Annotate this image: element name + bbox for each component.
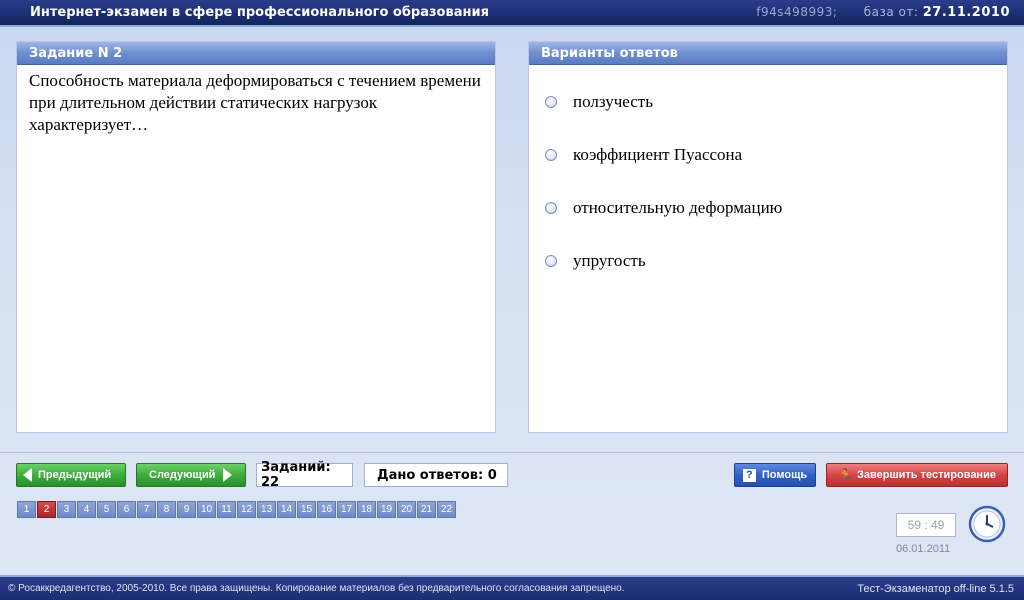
page-button-7[interactable]: 7 — [137, 501, 156, 518]
answer-label: коэффициент Пуассона — [573, 145, 743, 164]
task-heading: Задание N 2 — [17, 42, 495, 65]
answer-option-3[interactable]: относительную деформацию — [545, 198, 782, 218]
answer-option-1[interactable]: ползучесть — [545, 92, 653, 112]
timer-display: 59 : 49 — [896, 513, 956, 537]
db-label: база от: — [863, 5, 919, 19]
finish-label: Завершить тестирование — [857, 469, 996, 481]
next-button[interactable]: Следующий — [136, 463, 246, 487]
previous-button[interactable]: Предыдущий — [16, 463, 126, 487]
page-button-17[interactable]: 17 — [337, 501, 356, 518]
page-button-4[interactable]: 4 — [77, 501, 96, 518]
arrow-right-icon — [223, 468, 233, 482]
arrow-left-icon — [23, 468, 32, 482]
tasks-count: Заданий: 22 — [256, 460, 353, 490]
clock-icon — [968, 505, 1006, 543]
session-code: f94s498993; — [756, 5, 838, 19]
answer-label: упругость — [573, 251, 646, 270]
page-button-12[interactable]: 12 — [237, 501, 256, 518]
page-button-20[interactable]: 20 — [397, 501, 416, 518]
db-date: 27.11.2010 — [922, 5, 1010, 20]
page-button-8[interactable]: 8 — [157, 501, 176, 518]
answer-label: относительную деформацию — [573, 198, 783, 217]
help-button[interactable]: ? Помощь — [734, 463, 816, 487]
question-pager: 1 2 3 4 5 6 7 8 9 10 11 12 13 14 15 16 17 18 19 20 21 22 — [17, 501, 457, 518]
page-button-11[interactable]: 11 — [217, 501, 236, 518]
divider — [0, 452, 1024, 453]
answers-panel: Варианты ответов ползучесть коэффициент … — [528, 41, 1008, 433]
version-text: Тест-Экзаменатор off-line 5.1.5 — [857, 582, 1014, 595]
next-label: Следующий — [149, 469, 216, 481]
page-button-10[interactable]: 10 — [197, 501, 216, 518]
radio-button[interactable] — [545, 202, 557, 214]
answer-option-4[interactable]: упругость — [545, 251, 646, 271]
page-button-19[interactable]: 19 — [377, 501, 396, 518]
page-button-9[interactable]: 9 — [177, 501, 196, 518]
page-button-15[interactable]: 15 — [297, 501, 316, 518]
help-label: Помощь — [761, 469, 808, 481]
page-button-13[interactable]: 13 — [257, 501, 276, 518]
answer-option-2[interactable]: коэффициент Пуассона — [545, 145, 742, 165]
answer-label: ползучесть — [573, 92, 653, 111]
page-button-22[interactable]: 22 — [437, 501, 456, 518]
task-text: Способность материала деформироваться с … — [29, 71, 481, 134]
answers-given-count: Дано ответов: 0 — [364, 463, 508, 487]
page-button-5[interactable]: 5 — [97, 501, 116, 518]
app-title: Интернет-экзамен в сфере профессионально… — [30, 5, 489, 20]
title-bar: Интернет-экзамен в сфере профессионально… — [0, 0, 1024, 27]
footer: © Росаккредагентство, 2005-2010. Все пра… — [0, 575, 1024, 600]
page-button-14[interactable]: 14 — [277, 501, 296, 518]
radio-button[interactable] — [545, 149, 557, 161]
finish-test-button[interactable]: 🏃 Завершить тестирование — [826, 463, 1008, 487]
previous-label: Предыдущий — [38, 469, 112, 481]
page-button-1[interactable]: 1 — [17, 501, 36, 518]
current-date: 06.01.2011 — [896, 543, 951, 555]
page-button-6[interactable]: 6 — [117, 501, 136, 518]
page-button-21[interactable]: 21 — [417, 501, 436, 518]
page-button-3[interactable]: 3 — [57, 501, 76, 518]
task-panel: Задание N 2 Способность материала деформ… — [16, 41, 496, 433]
radio-button[interactable] — [545, 96, 557, 108]
page-button-2[interactable]: 2 — [37, 501, 56, 518]
page-button-16[interactable]: 16 — [317, 501, 336, 518]
radio-button[interactable] — [545, 255, 557, 267]
answers-heading: Варианты ответов — [529, 42, 1007, 65]
header-info: f94s498993; база от: 27.11.2010 — [756, 5, 1010, 20]
page-button-18[interactable]: 18 — [357, 501, 376, 518]
copyright-text: © Росаккредагентство, 2005-2010. Все пра… — [8, 583, 625, 594]
running-man-icon: 🏃 — [838, 467, 853, 482]
question-icon: ? — [742, 468, 756, 482]
